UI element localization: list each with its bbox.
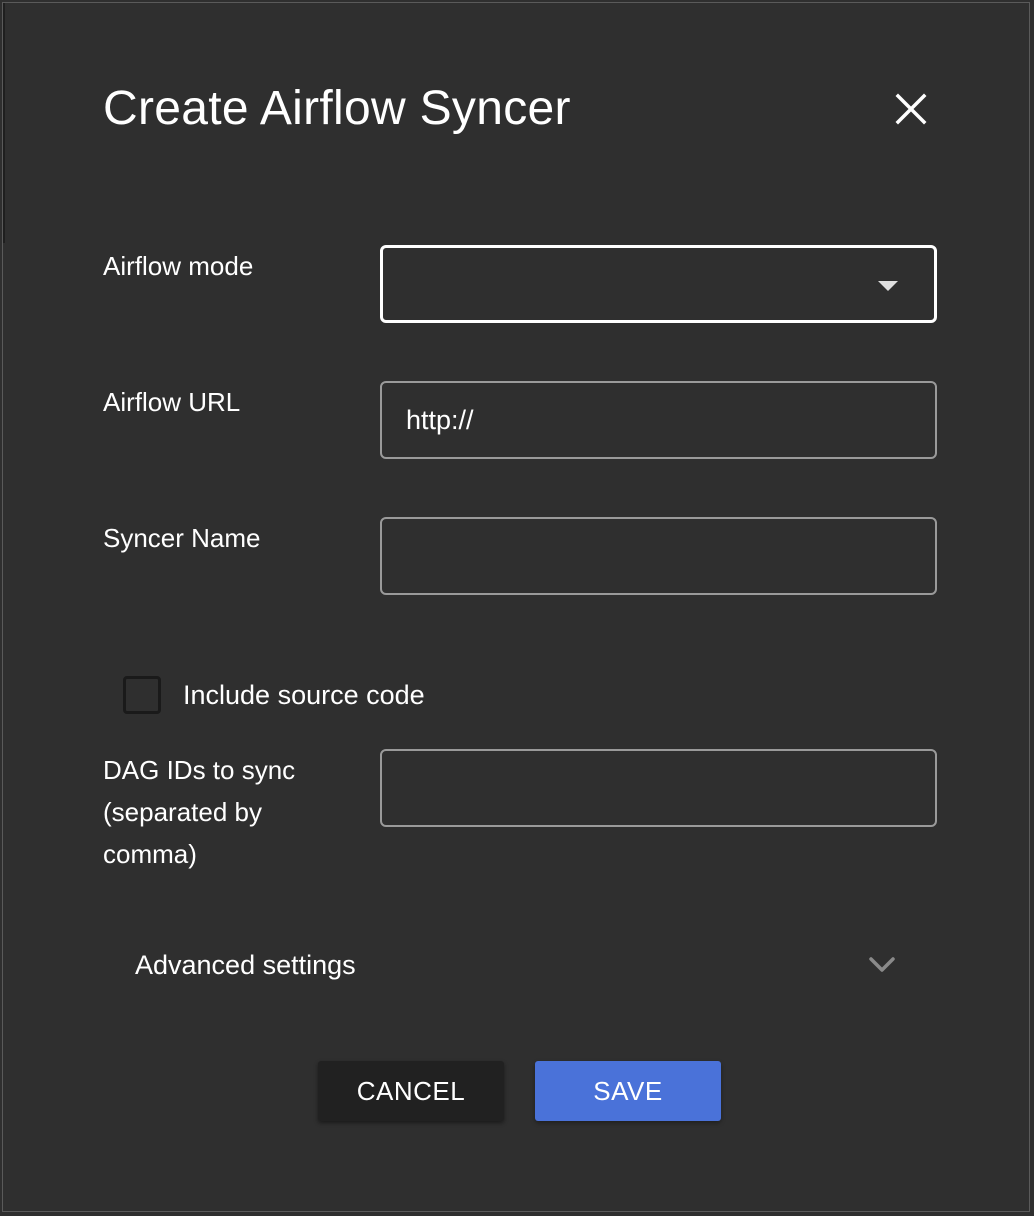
airflow-url-value: http://	[406, 404, 474, 435]
advanced-settings-toggle[interactable]: Advanced settings	[103, 933, 923, 999]
airflow-url-input[interactable]: http://	[380, 381, 937, 459]
airflow-url-label: Airflow URL	[103, 387, 241, 417]
dag-ids-label-line-3: comma)	[103, 839, 197, 869]
dag-ids-label-line-1: DAG IDs to sync	[103, 755, 296, 785]
close-button[interactable]	[889, 87, 933, 131]
dag-ids-label: DAG IDs to sync (separated by comma)	[103, 749, 295, 875]
include-source-code-label: Include source code	[183, 680, 425, 710]
dag-ids-label-line-2: (separated by	[103, 797, 262, 827]
close-icon	[895, 93, 927, 125]
syncer-name-input[interactable]	[380, 517, 937, 595]
chevron-down-icon	[869, 957, 895, 972]
include-source-code-checkbox[interactable]	[123, 676, 161, 714]
dag-ids-input[interactable]	[380, 749, 937, 827]
dialog-edge-divider	[3, 3, 5, 243]
syncer-name-label: Syncer Name	[103, 523, 261, 553]
create-syncer-dialog: Create Airflow Syncer Airflow mode Airfl…	[2, 2, 1030, 1212]
save-button[interactable]: SAVE	[535, 1061, 721, 1121]
airflow-mode-select[interactable]	[380, 245, 937, 323]
airflow-mode-label: Airflow mode	[103, 251, 254, 281]
advanced-settings-label: Advanced settings	[135, 950, 356, 980]
cancel-button[interactable]: CANCEL	[318, 1061, 504, 1121]
dialog-title: Create Airflow Syncer	[103, 82, 571, 135]
dropdown-arrow-icon	[878, 281, 898, 291]
